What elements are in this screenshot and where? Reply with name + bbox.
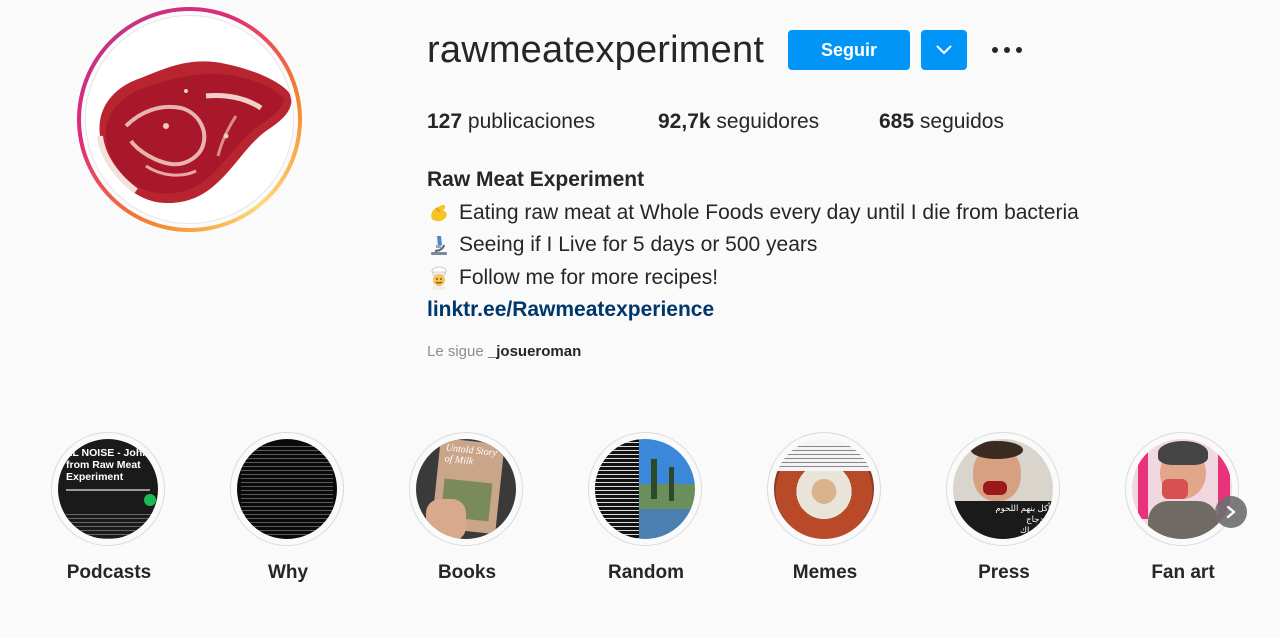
highlight-label: Why (267, 562, 309, 583)
bio-line: Follow me for more recipes! (427, 262, 1079, 295)
hand (426, 499, 466, 539)
profile-avatar[interactable] (77, 7, 302, 232)
bio-link[interactable]: linktr.ee/Rawmeatexperience (427, 294, 714, 327)
microscope-emoji-icon (431, 236, 447, 256)
pinching-hand-emoji-icon (431, 204, 447, 221)
highlight-cover-image (237, 439, 337, 539)
palm-tree (669, 467, 674, 501)
highlight-cover-ring (1125, 432, 1239, 546)
text-overlay (595, 439, 639, 539)
highlight-label: Fan art (1151, 562, 1215, 583)
followed-by-user-link[interactable]: _josueroman (488, 343, 581, 360)
bio-line-text: Seeing if I Live for 5 days or 500 years (459, 233, 818, 256)
story-highlight-fan-art[interactable]: Fan art (1125, 432, 1241, 583)
following-label: seguidos (919, 110, 1004, 133)
story-highlight-press[interactable]: يأكل بنهم اللحوم والدجاج والأسماك Press (946, 432, 1062, 583)
highlight-cover-ring (767, 432, 881, 546)
followed-by: Le sigue _josueroman (427, 343, 581, 360)
followers-count: 92,7k (658, 110, 711, 133)
following-stat[interactable]: 685 seguidos (879, 108, 1004, 136)
followers-stat[interactable]: 92,7k seguidores (658, 108, 819, 136)
profile-bio: Raw Meat Experiment Eating raw meat at W… (427, 164, 1079, 327)
highlight-label: Books (437, 562, 497, 583)
arabic-caption: يأكل بنهم اللحوم والدجاج والأسماك (995, 503, 1053, 535)
avatar-photo-raw-steak (85, 15, 294, 224)
highlight-cover-image (595, 439, 695, 539)
spotify-play-icon (144, 494, 156, 506)
posts-stat: 127 publicaciones (427, 108, 595, 136)
highlight-label: Press (978, 562, 1030, 583)
follow-button[interactable]: Seguir (788, 30, 910, 70)
more-options-icon (992, 47, 1022, 53)
highlight-cover-image: يأكل بنهم اللحوم والدجاج والأسماك (953, 439, 1053, 539)
profile-full-name: Raw Meat Experiment (427, 168, 645, 191)
shirt (1148, 501, 1218, 539)
hair (1158, 441, 1208, 465)
cook-emoji-icon (431, 266, 447, 290)
chevron-down-icon (936, 45, 952, 54)
raw-meat (983, 481, 1007, 495)
text-lines (778, 443, 870, 469)
bio-line-text: Follow me for more recipes! (459, 265, 719, 289)
highlight-cover-ring (230, 432, 344, 546)
posts-count: 127 (427, 110, 463, 133)
highlight-cover-ring: Untold Story of Milk (409, 432, 523, 546)
posts-label: publicaciones (467, 110, 596, 133)
highlight-label: Podcasts (66, 562, 152, 583)
followed-by-prefix: Le sigue (427, 343, 484, 360)
text-lines (66, 511, 156, 539)
highlight-cover-image (1132, 439, 1232, 539)
highlight-label: Memes (792, 562, 858, 583)
highlight-label: Random (608, 562, 684, 583)
bio-line: Seeing if I Live for 5 days or 500 years (427, 229, 1079, 262)
highlight-cover-ring: LL NOISE - John from Raw Meat Experiment (51, 432, 165, 546)
bio-line: Eating raw meat at Whole Foods every day… (427, 197, 1079, 230)
hair (971, 441, 1023, 459)
story-highlight-why[interactable]: Why (230, 432, 346, 583)
pink-stripe (1138, 449, 1148, 519)
highlight-cover-ring: يأكل بنهم اللحوم والدجاج والأسماك (946, 432, 1060, 546)
chevron-right-icon (1226, 505, 1236, 519)
following-count: 685 (879, 110, 915, 133)
highlight-cover-image: LL NOISE - John from Raw Meat Experiment (58, 439, 158, 539)
story-highlight-books[interactable]: Untold Story of Milk Books (409, 432, 525, 583)
suggested-accounts-dropdown-button[interactable] (921, 30, 967, 70)
raw-meat (1162, 479, 1188, 499)
highlight-cover-image: Untold Story of Milk (416, 439, 516, 539)
highlights-next-button[interactable] (1215, 496, 1247, 528)
story-highlight-podcasts[interactable]: LL NOISE - John from Raw Meat Experiment… (51, 432, 167, 583)
text-lines (241, 443, 333, 535)
followers-label: seguidores (716, 110, 820, 133)
story-highlight-memes[interactable]: Memes (767, 432, 883, 583)
bio-link-line: linktr.ee/Rawmeatexperience (427, 294, 1079, 327)
profile-username: rawmeatexperiment (427, 29, 765, 71)
highlight-cover-text: LL NOISE - John from Raw Meat Experiment (66, 447, 149, 483)
story-highlight-random[interactable]: Random (588, 432, 704, 583)
progress-track (66, 489, 150, 491)
palm-tree (651, 459, 657, 499)
painting (774, 471, 874, 539)
book-title: Untold Story of Milk (444, 442, 498, 468)
highlight-cover-ring (588, 432, 702, 546)
highlight-cover-image (774, 439, 874, 539)
more-options-button[interactable] (985, 32, 1029, 68)
bio-line-text: Eating raw meat at Whole Foods every day… (459, 200, 1079, 224)
